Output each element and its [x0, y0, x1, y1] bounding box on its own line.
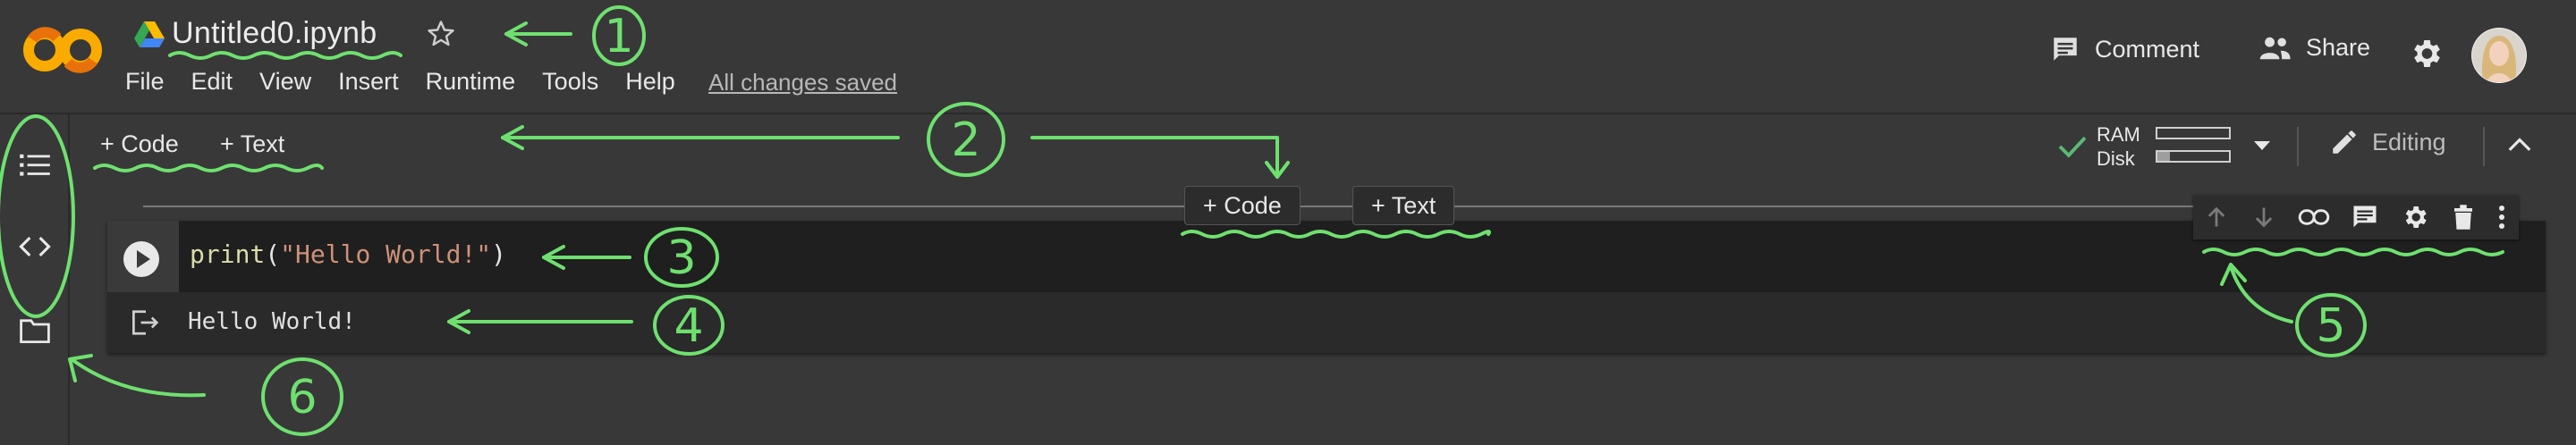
clear-output-icon[interactable] — [131, 309, 161, 336]
table-of-contents-icon[interactable] — [20, 152, 50, 177]
menu-tools[interactable]: Tools — [542, 68, 598, 96]
insert-code-cell-button[interactable]: + Code — [1184, 186, 1301, 225]
cell-output: Hello World! — [188, 308, 356, 335]
arrow-down-icon[interactable] — [2251, 204, 2276, 231]
menu-insert[interactable]: Insert — [338, 68, 399, 96]
comment-label: Comment — [2095, 35, 2200, 63]
add-text-cell-button[interactable]: + Text — [220, 130, 284, 158]
saved-status-link[interactable]: All changes saved — [708, 69, 897, 97]
arrow-up-icon[interactable] — [2204, 204, 2229, 231]
menu-view[interactable]: View — [259, 68, 311, 96]
collapse-header-icon[interactable] — [2507, 136, 2532, 152]
link-icon[interactable] — [2298, 206, 2330, 228]
ram-label: RAM — [2097, 123, 2140, 146]
share-label: Share — [2306, 34, 2371, 61]
check-icon — [2058, 136, 2087, 158]
menu-runtime[interactable]: Runtime — [426, 68, 516, 96]
folder-icon[interactable] — [20, 318, 50, 343]
editing-label: Editing — [2372, 128, 2446, 155]
google-drive-icon — [134, 21, 165, 47]
star-outline-icon[interactable] — [425, 18, 457, 50]
disk-usage-fill — [2157, 152, 2171, 161]
share-button[interactable]: Share — [2258, 34, 2370, 62]
left-sidebar — [0, 114, 70, 445]
code-function: print — [190, 239, 266, 269]
gear-icon[interactable] — [2401, 203, 2429, 231]
avatar[interactable] — [2470, 27, 2528, 84]
comment-icon[interactable] — [2351, 204, 2378, 231]
code-line[interactable]: print("Hello World!") — [190, 239, 506, 269]
trash-icon[interactable] — [2452, 204, 2475, 231]
people-icon — [2259, 37, 2291, 59]
gear-icon[interactable] — [2408, 36, 2444, 71]
run-cell-button[interactable] — [122, 239, 161, 279]
more-vert-icon[interactable] — [2496, 204, 2507, 231]
comment-icon — [2054, 38, 2077, 61]
comment-button[interactable]: Comment — [2050, 34, 2199, 64]
dropdown-arrow-icon[interactable] — [2254, 141, 2270, 152]
code-editor[interactable] — [179, 221, 2546, 292]
code-paren-close: ) — [491, 239, 507, 269]
insert-line — [143, 206, 2513, 207]
annotation-number: 2 — [951, 113, 980, 167]
annotation-number: 6 — [287, 371, 317, 424]
insert-text-cell-button[interactable]: + Text — [1352, 186, 1455, 225]
notebook-title[interactable]: Untitled0.ipynb — [172, 16, 377, 51]
header: Untitled0.ipynb File Edit View Insert Ru… — [0, 0, 2576, 114]
disk-label: Disk — [2097, 147, 2135, 170]
resources-indicator[interactable]: RAM Disk — [2054, 123, 2270, 173]
pencil-icon — [2333, 130, 2356, 154]
disk-usage-bar — [2156, 150, 2231, 163]
code-string: "Hello World!" — [280, 239, 492, 269]
ram-usage-bar — [2156, 127, 2231, 139]
editing-mode-button[interactable]: Editing — [2329, 127, 2446, 157]
menu-bar: File Edit View Insert Runtime Tools Help — [125, 68, 702, 96]
menu-file[interactable]: File — [125, 68, 165, 96]
cell-toolbar — [2193, 195, 2519, 239]
toolbar-divider — [2297, 127, 2299, 166]
menu-help[interactable]: Help — [625, 68, 675, 96]
toolbar-divider-2 — [2483, 127, 2485, 166]
add-code-cell-button[interactable]: + Code — [100, 130, 179, 158]
colab-logo-icon[interactable] — [23, 25, 102, 75]
menu-edit[interactable]: Edit — [191, 68, 233, 96]
code-snippets-icon[interactable] — [19, 236, 51, 257]
code-paren-open: ( — [265, 239, 281, 269]
